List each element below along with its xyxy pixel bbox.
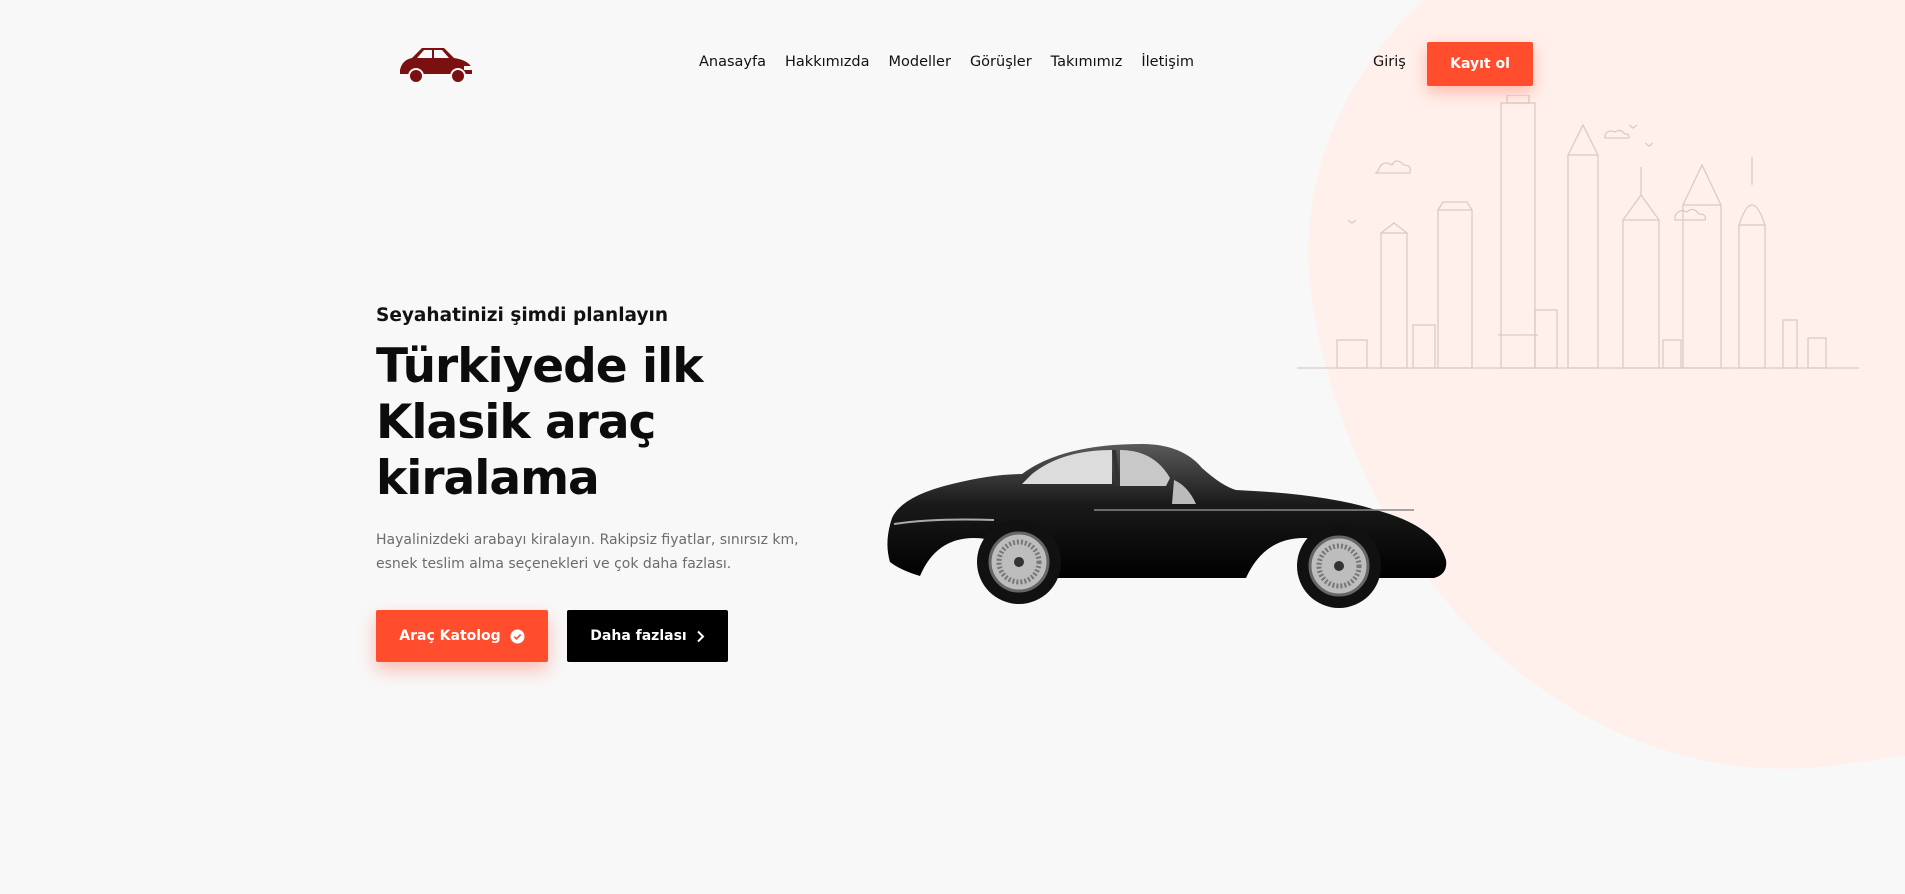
nav-link-takimimiz[interactable]: Takımımız: [1051, 54, 1123, 70]
nav-link-modeller[interactable]: Modeller: [888, 54, 950, 70]
hero-description: Hayalinizdeki arabayı kiralayın. Rakipsi…: [376, 532, 799, 572]
hero-actions: Araç Katolog Daha fazlası: [376, 610, 728, 662]
city-skyline-illustration: [1297, 95, 1859, 369]
chevron-right-icon: [696, 630, 705, 642]
signup-button[interactable]: Kayıt ol: [1427, 42, 1533, 86]
hero-section: Seyahatinizi şimdi planlayın Türkiyede i…: [376, 305, 856, 576]
nav-link-hakkimizda[interactable]: Hakkımızda: [785, 54, 869, 70]
car-catalog-button-label: Araç Katolog: [399, 628, 501, 644]
site-header: Anasayfa Hakkımızda Modeller Görüşler Ta…: [376, 36, 1533, 92]
hero-eyebrow: Seyahatinizi şimdi planlayın: [376, 305, 669, 326]
main-navigation: Anasayfa Hakkımızda Modeller Görüşler Ta…: [699, 54, 1194, 70]
check-circle-icon: [510, 628, 525, 644]
car-wheel: [1297, 524, 1381, 608]
car-catalog-button[interactable]: Araç Katolog: [376, 610, 548, 662]
login-link[interactable]: Giriş: [1373, 54, 1406, 70]
nav-link-iletisim[interactable]: İletişim: [1141, 54, 1194, 70]
hero-title-line: Klasik araç: [376, 395, 656, 450]
more-info-button-label: Daha fazlası: [590, 628, 687, 644]
nav-link-gorusler[interactable]: Görüşler: [970, 54, 1032, 70]
hero-title: Türkiyede ilk Klasik araç kiralama: [376, 339, 856, 507]
hero-title-line: Türkiyede ilk: [376, 339, 703, 394]
nav-link-anasayfa[interactable]: Anasayfa: [699, 54, 766, 70]
car-wheel: [977, 520, 1061, 604]
classic-car-image: [887, 444, 1447, 608]
classic-car-logo[interactable]: [396, 38, 476, 86]
hero-title-line: kiralama: [376, 451, 600, 506]
more-info-button[interactable]: Daha fazlası: [567, 610, 728, 662]
